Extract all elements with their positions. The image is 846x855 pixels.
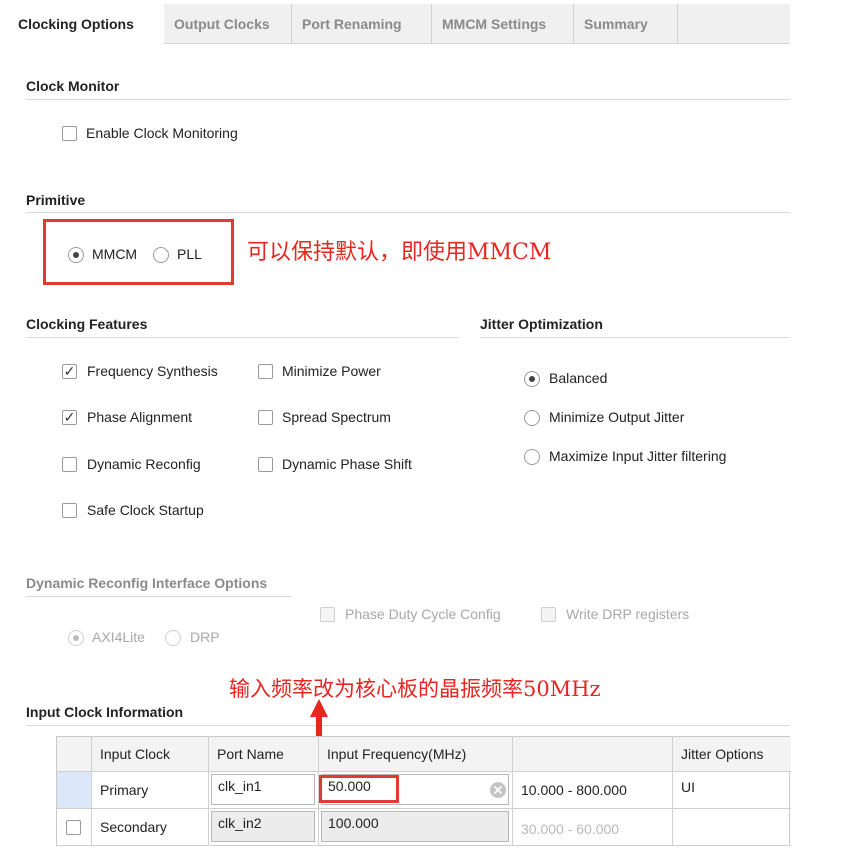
table-header-port-name: Port Name xyxy=(209,737,319,772)
primary-port-input[interactable]: clk_in1 xyxy=(211,774,315,805)
row-select-secondary[interactable] xyxy=(57,809,92,846)
secondary-enable-checkbox[interactable] xyxy=(66,820,81,835)
input-clock-annotation: 输入频率改为核心板的晶振频率50MHz xyxy=(229,677,601,701)
axi4lite-radio[interactable] xyxy=(68,630,84,646)
minimize-power-checkbox[interactable] xyxy=(258,364,273,379)
frequency-synthesis-label: Frequency Synthesis xyxy=(87,363,218,379)
clocking-features-title: Clocking Features xyxy=(26,316,148,332)
secondary-frequency-range: 30.000 - 60.000 xyxy=(513,809,673,846)
table-header-jitter-options: Jitter Options xyxy=(673,737,791,772)
mmcm-label: MMCM xyxy=(92,246,138,262)
spread-spectrum-label: Spread Spectrum xyxy=(282,409,391,425)
minimize-output-jitter-radio[interactable] xyxy=(524,410,540,426)
divider xyxy=(26,212,790,213)
frequency-synthesis-checkbox[interactable]: ✓ xyxy=(62,364,77,379)
table-header-input-clock: Input Clock xyxy=(92,737,209,772)
balanced-radio[interactable] xyxy=(524,371,540,387)
dynamic-phase-shift-label: Dynamic Phase Shift xyxy=(282,456,412,472)
safe-clock-startup-label: Safe Clock Startup xyxy=(87,502,204,518)
dynamic-phase-shift-checkbox[interactable] xyxy=(258,457,273,472)
row-select-primary[interactable] xyxy=(57,772,92,809)
primary-port-cell: clk_in1 xyxy=(209,772,319,809)
minimize-output-jitter-label: Minimize Output Jitter xyxy=(549,409,685,425)
primary-clock-name: Primary xyxy=(92,772,209,809)
divider xyxy=(480,337,790,338)
divider xyxy=(26,725,790,726)
tab-bar: Clocking Options Output Clocks Port Rena… xyxy=(8,4,790,45)
phase-alignment-checkbox[interactable]: ✓ xyxy=(62,410,77,425)
primitive-title: Primitive xyxy=(26,192,86,208)
enable-clock-monitoring-label: Enable Clock Monitoring xyxy=(86,125,238,141)
dynamic-reconfig-options-title: Dynamic Reconfig Interface Options xyxy=(26,575,268,591)
drp-label: DRP xyxy=(190,629,220,645)
input-clock-table: Input Clock Port Name Input Frequency(MH… xyxy=(56,736,791,846)
input-clock-info-title: Input Clock Information xyxy=(26,704,184,720)
pll-radio[interactable] xyxy=(153,247,169,263)
safe-clock-startup-checkbox[interactable] xyxy=(62,503,77,518)
table-header-input-frequency: Input Frequency(MHz) xyxy=(319,737,513,772)
tab-port-renaming[interactable]: Port Renaming xyxy=(292,4,432,44)
phase-duty-cycle-checkbox[interactable] xyxy=(320,607,335,622)
secondary-port-cell: clk_in2 xyxy=(209,809,319,846)
clear-icon[interactable] xyxy=(489,781,507,799)
minimize-power-label: Minimize Power xyxy=(282,363,381,379)
dynamic-reconfig-checkbox[interactable] xyxy=(62,457,77,472)
maximize-input-jitter-radio[interactable] xyxy=(524,449,540,465)
divider xyxy=(26,596,292,597)
frequency-highlight-box xyxy=(319,775,399,803)
primitive-annotation: 可以保持默认，即使用MMCM xyxy=(247,240,552,265)
primary-frequency-cell: 50.000 xyxy=(319,772,513,809)
pll-label: PLL xyxy=(177,246,202,262)
secondary-jitter-option xyxy=(673,809,791,846)
enable-clock-monitoring-checkbox[interactable] xyxy=(62,126,77,141)
balanced-label: Balanced xyxy=(549,370,608,386)
table-header-select xyxy=(57,737,92,772)
mmcm-radio[interactable] xyxy=(68,247,84,263)
phase-alignment-label: Phase Alignment xyxy=(87,409,193,425)
axi4lite-label: AXI4Lite xyxy=(92,629,145,645)
table-header-range xyxy=(513,737,673,772)
secondary-port-input[interactable]: clk_in2 xyxy=(211,811,315,842)
secondary-clock-name: Secondary xyxy=(92,809,209,846)
tab-summary[interactable]: Summary xyxy=(574,4,678,44)
dynamic-reconfig-label: Dynamic Reconfig xyxy=(87,456,201,472)
primary-frequency-range: 10.000 - 800.000 xyxy=(513,772,673,809)
maximize-input-jitter-label: Maximize Input Jitter filtering xyxy=(549,448,727,464)
phase-duty-cycle-label: Phase Duty Cycle Config xyxy=(345,606,501,622)
divider xyxy=(26,99,790,100)
primary-jitter-option[interactable]: UI xyxy=(673,772,791,809)
secondary-frequency-cell: 100.000 xyxy=(319,809,513,846)
spread-spectrum-checkbox[interactable] xyxy=(258,410,273,425)
clock-monitor-title: Clock Monitor xyxy=(26,78,120,94)
secondary-frequency-input[interactable]: 100.000 xyxy=(321,811,509,842)
write-drp-registers-label: Write DRP registers xyxy=(566,606,690,622)
tab-mmcm-settings[interactable]: MMCM Settings xyxy=(432,4,574,44)
tab-output-clocks[interactable]: Output Clocks xyxy=(164,4,292,44)
divider xyxy=(26,337,458,338)
drp-radio[interactable] xyxy=(165,630,181,646)
write-drp-registers-checkbox[interactable] xyxy=(541,607,556,622)
jitter-optimization-title: Jitter Optimization xyxy=(480,316,603,332)
tab-clocking-options[interactable]: Clocking Options xyxy=(8,4,164,45)
